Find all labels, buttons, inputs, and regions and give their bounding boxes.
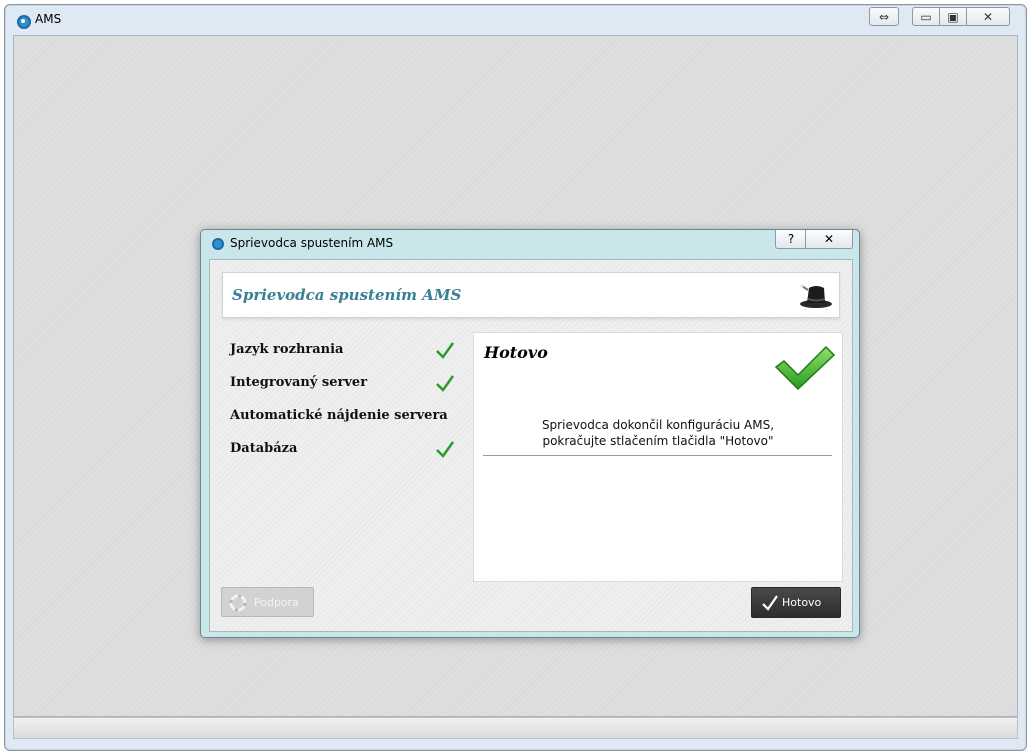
step-label: Automatické nájdenie servera xyxy=(230,408,448,423)
support-button[interactable]: Podpora xyxy=(221,587,314,617)
message-line: pokračujte stlačením tlačidla "Hotovo" xyxy=(542,434,774,448)
done-button-label: Hotovo xyxy=(782,596,822,609)
completion-message: Sprievodca dokončil konfiguráciu AMS, po… xyxy=(474,417,842,449)
step-item: Integrovaný server xyxy=(230,373,460,406)
step-item: Databáza xyxy=(230,439,460,472)
done-button[interactable]: Hotovo xyxy=(751,587,841,618)
step-label: Databáza xyxy=(230,441,298,456)
dialog-title: Sprievodca spustením AMS xyxy=(230,236,394,250)
resize-button[interactable]: ⇔ xyxy=(869,7,899,26)
step-label: Integrovaný server xyxy=(230,375,368,390)
large-checkmark-icon xyxy=(774,345,836,391)
step-label: Jazyk rozhrania xyxy=(230,342,344,357)
dialog-close-button[interactable]: ✕ xyxy=(805,230,853,249)
checkmark-icon xyxy=(436,441,455,458)
window-title: AMS xyxy=(35,12,62,26)
close-button[interactable]: ✕ xyxy=(966,7,1010,26)
maximize-button[interactable]: ▣ xyxy=(939,7,967,26)
wizard-header-title: Sprievodca spustením AMS xyxy=(232,286,462,304)
checkmark-icon xyxy=(436,375,455,392)
message-line: Sprievodca dokončil konfiguráciu AMS, xyxy=(541,418,775,432)
magic-hat-icon xyxy=(800,284,832,308)
support-button-label: Podpora xyxy=(254,596,299,609)
help-button[interactable]: ? xyxy=(775,230,807,249)
content-title: Hotovo xyxy=(484,343,548,362)
checkmark-icon xyxy=(436,342,455,359)
app-icon xyxy=(17,15,31,29)
step-item: Automatické nájdenie servera xyxy=(230,406,460,439)
checkmark-icon xyxy=(762,595,778,611)
wizard-dialog: Sprievodca spustením AMS ? ✕ Sprievodca … xyxy=(200,229,860,638)
step-item: Jazyk rozhrania xyxy=(230,340,460,373)
minimize-button[interactable]: ▭ xyxy=(912,7,940,26)
dialog-app-icon xyxy=(212,238,224,250)
lifebuoy-icon xyxy=(229,594,247,612)
steps-list: Jazyk rozhrania Integrovaný server Autom… xyxy=(230,340,460,472)
dialog-body: Sprievodca spustením AMS Jazyk rozhrania… xyxy=(209,259,853,632)
separator xyxy=(483,455,832,456)
status-bar xyxy=(13,717,1018,739)
wizard-header: Sprievodca spustením AMS xyxy=(222,272,840,318)
content-panel: Hotovo Sprievodca dokončil konfiguráciu … xyxy=(473,332,843,582)
